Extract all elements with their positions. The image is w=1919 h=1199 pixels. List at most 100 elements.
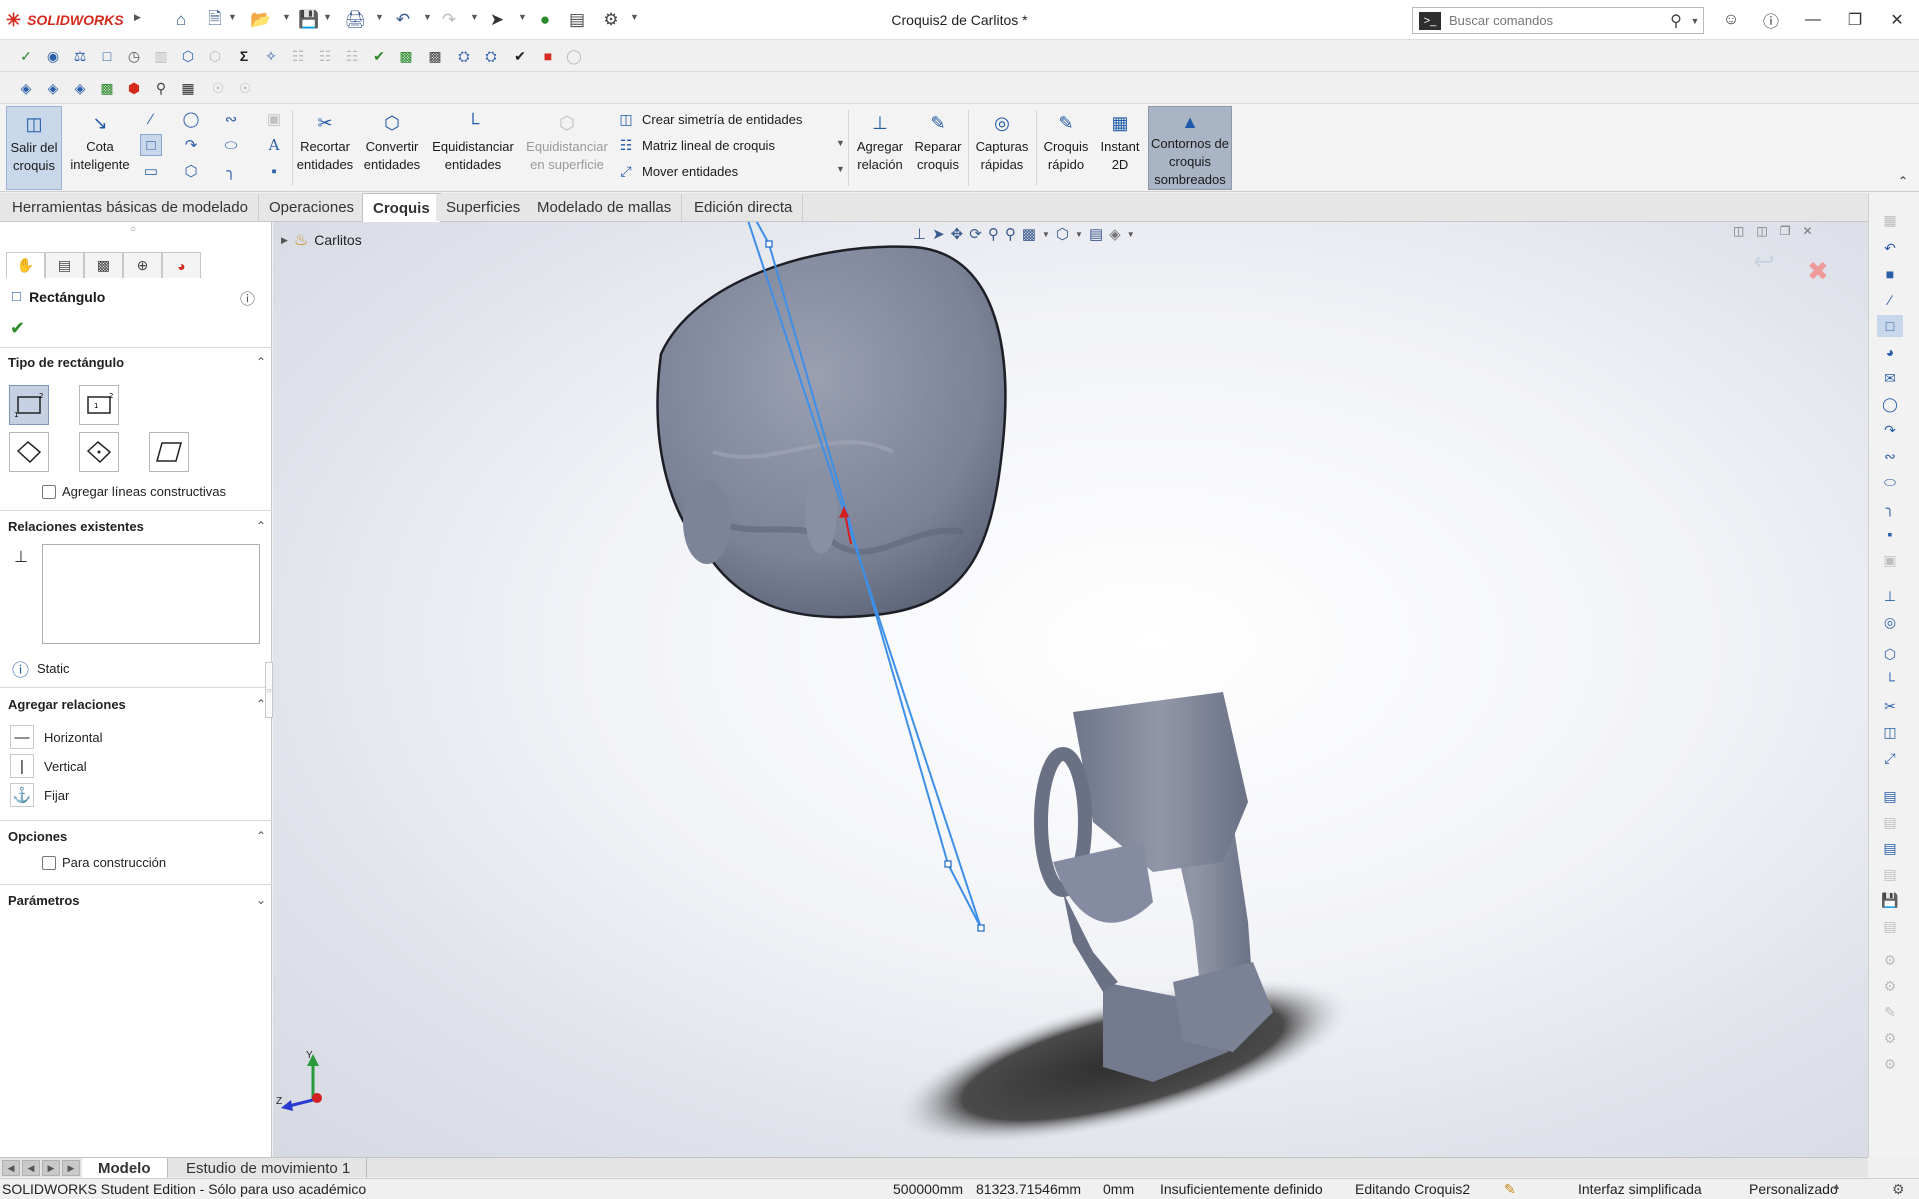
print-dropdown-icon[interactable]: ▼ [375,12,384,22]
sketch-point-tool-icon[interactable]: ▪ [1877,523,1903,545]
compare-icon[interactable]: ▩ [423,44,447,68]
section-add-relations[interactable]: Agregar relaciones ⌃ [8,692,266,716]
help-icon[interactable]: ⓘ [1754,6,1788,34]
deviation-icon[interactable]: ◯ [562,44,586,68]
section-options[interactable]: Opciones ⌃ [8,824,266,848]
status-settings-icon[interactable]: ⚙ [1892,1181,1905,1198]
appearance-icon[interactable]: ⬢ [122,76,146,100]
instant-2d-button[interactable]: ▦ Instant 2D [1096,106,1144,190]
offset-entities-button[interactable]: └ Equidistanciar entidades [428,106,518,190]
weld-tool-icon[interactable]: ⚙ [1877,1027,1903,1049]
options-gear-icon[interactable]: ⚙ [598,8,624,32]
tab-features[interactable]: Operaciones [259,194,366,221]
sketch-spline-tool-icon[interactable]: ∾ [1877,445,1903,467]
view-palette-icon[interactable]: ■ [1877,263,1903,285]
select-dropdown-icon[interactable]: ▼ [518,12,527,22]
sketch-point[interactable] [944,860,952,868]
units-custom-selector[interactable]: Personalizado [1749,1181,1838,1197]
section-existing-relations[interactable]: Relaciones existentes ⌃ [8,514,266,538]
propertymanager-tab-icon[interactable]: ✋ [6,252,45,278]
relation-vertical-button[interactable]: | Vertical [10,753,87,779]
search-icon[interactable]: ⚲ [1665,11,1687,31]
display-manager-tab-icon[interactable]: ◕ [162,252,201,278]
tab-motion-study[interactable]: Estudio de movimiento 1 [170,1158,368,1178]
sketch-plane-tool-icon[interactable]: ▣ [1877,549,1903,571]
smart-dimension-button[interactable]: ↘ Cota inteligente [66,106,134,190]
undo-icon[interactable]: ↶ [390,8,416,32]
existing-relations-list[interactable] [42,544,260,644]
simplified-interface-link[interactable]: Interfaz simplificada [1578,1181,1702,1197]
center-rectangle-option[interactable]: 12 [79,385,119,425]
interference-icon[interactable]: ▥ [149,44,173,68]
shaded-sketch-contours-button[interactable]: ▲ Contornos de croquis sombreados [1148,106,1232,190]
convert-tool-icon[interactable]: ⬡ [1877,643,1903,665]
sketch-point[interactable] [765,240,773,248]
custom-properties-icon[interactable]: ✉ [1877,367,1903,389]
close-icon[interactable]: ✕ [1880,6,1914,34]
appearances-icon[interactable]: ◕ [1877,341,1903,363]
chevron-up-icon[interactable]: ⌃ [256,355,266,369]
save-icon[interactable]: 💾 [296,8,322,32]
note-tool-icon[interactable]: ▤ [1877,837,1903,859]
plane-icon[interactable]: ▣ [263,108,285,130]
quick-snap-tool-icon[interactable]: ◎ [1877,611,1903,633]
sketch-circle-tool-icon[interactable]: ◯ [1877,393,1903,415]
check-entity-icon[interactable]: ⬡ [176,44,200,68]
spline-icon[interactable]: ∾ [220,108,242,130]
graphics-area[interactable]: ▶ ♨ Carlitos ⊥ ➤ ✥ ⟳ ⚲ ⚲ ▩ ▼ ⬡ ▼ ▤ ◈ ▼ ◫… [273,222,1868,1157]
checkbox-box[interactable] [42,484,56,499]
add-relation-button[interactable]: ⊥ Agregar relación [852,106,908,190]
minimize-icon[interactable]: — [1796,6,1830,34]
file-properties-icon[interactable]: ▤ [564,8,590,32]
sketch-line-tool-icon[interactable]: ∕ [1877,289,1903,311]
move-dropdown-icon[interactable]: ▼ [836,164,845,174]
search-input[interactable] [1449,13,1665,28]
pattern-dropdown-icon[interactable]: ▼ [836,138,845,148]
mirror-entities-button[interactable]: ◫ Crear simetría de entidades [618,108,802,130]
fastener-icon[interactable]: ⚲ [149,76,173,100]
sketch-ellipse-tool-icon[interactable]: ⬭ [1877,471,1903,493]
zebra-icon[interactable]: ✔ [367,44,391,68]
linear-pattern-button[interactable]: ☷ Matriz lineal de croquis [618,134,775,156]
mirror-tool-icon[interactable]: ◫ [1877,721,1903,743]
circle-icon[interactable]: ◯ [180,108,202,130]
add-construction-lines-checkbox[interactable]: Agregar líneas constructivas [42,484,226,499]
for-construction-checkbox[interactable]: Para construcción [42,855,166,870]
panel-grip-icon[interactable]: ○ [130,224,136,235]
section-properties-icon[interactable]: □ [95,44,119,68]
open-folder-icon[interactable]: 📂 [248,8,274,32]
chevron-up-icon[interactable]: ⌃ [256,519,266,533]
prev-tab-arrow-icon[interactable]: ◀ [22,1160,40,1176]
featuremanager-tab-icon[interactable]: ▤ [45,252,84,278]
relation-fix-button[interactable]: ⚓ Fijar [10,782,69,808]
exit-sketch-button[interactable]: ◫ Salir del croquis [6,106,62,190]
tab-basic-modeling[interactable]: Herramientas básicas de modelado [2,194,259,221]
geometry-analysis-icon[interactable]: ⬡ [203,44,227,68]
ellipse-icon[interactable]: ⬭ [220,134,242,156]
corner-rectangle-option[interactable]: 12 [9,385,49,425]
text-icon[interactable]: A [263,134,285,156]
tab-surfaces[interactable]: Superficies [436,194,532,221]
relation-tool-icon[interactable]: ⊥ [1877,585,1903,607]
polygon-icon[interactable]: ⬡ [180,160,202,182]
quick-snaps-button[interactable]: ◎ Capturas rápidas [972,106,1032,190]
measure-icon[interactable]: ◉ [41,44,65,68]
save-dropdown-icon[interactable]: ▼ [323,12,332,22]
text-tool-icon[interactable]: ▤ [1877,785,1903,807]
rectangle-icon[interactable]: □ [140,134,162,156]
file-explorer-icon[interactable]: ↶ [1877,237,1903,259]
rebuild-status-icon[interactable]: ✎ [1504,1181,1516,1198]
solidworks-logo[interactable]: ✳ SOLIDWORKS [6,10,124,30]
mold-tools-icon[interactable]: ▩ [95,76,119,100]
point-icon[interactable]: ▪ [263,160,285,182]
three-point-center-rectangle-option[interactable] [79,432,119,472]
design-library-icon[interactable]: ▦ [1877,209,1903,231]
three-point-corner-rectangle-option[interactable] [9,432,49,472]
check-sketch-icon[interactable]: ▩ [394,44,418,68]
fillet-icon[interactable]: ╮ [220,160,242,182]
collapse-ribbon-icon[interactable]: ⌃ [1898,174,1908,188]
print-icon[interactable]: 🖨 [342,8,368,32]
open-dropdown-icon[interactable]: ▼ [282,12,291,22]
clip-tool-icon[interactable]: ✎ [1877,1001,1903,1023]
save-view-icon[interactable]: 💾 [1877,889,1903,911]
